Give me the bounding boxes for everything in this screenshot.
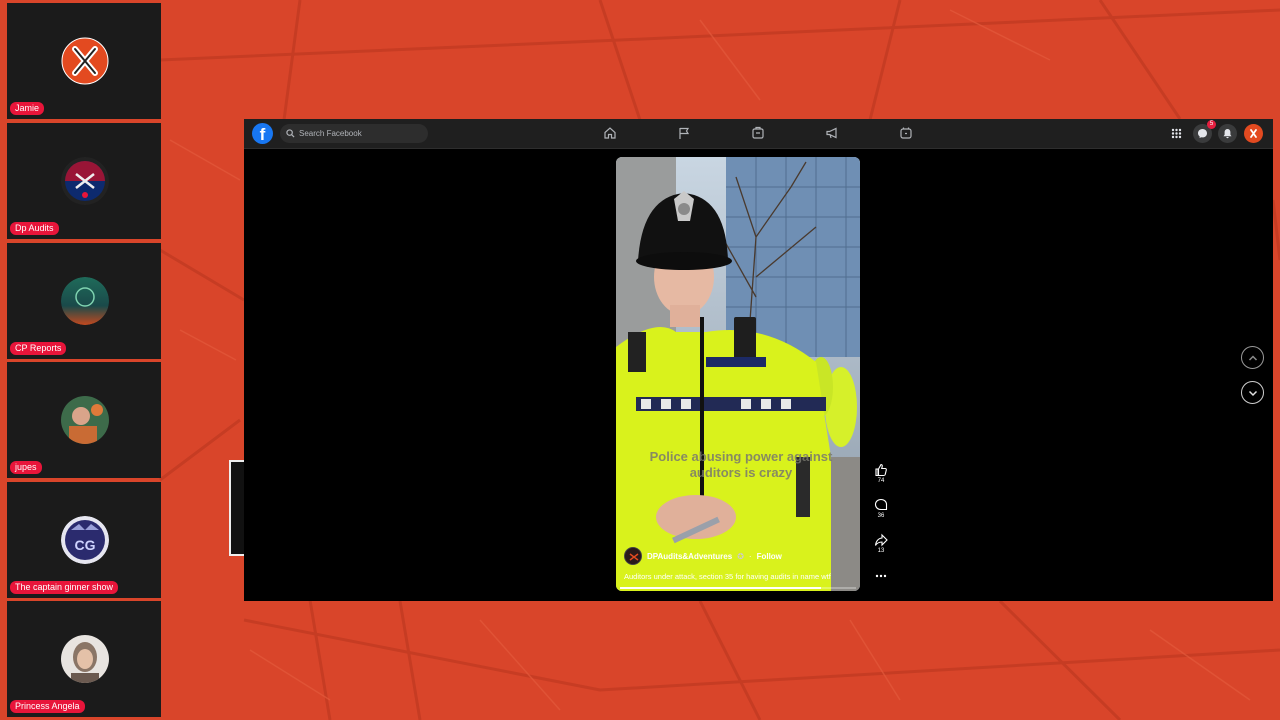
verified-icon: ✪ (737, 551, 744, 561)
marketplace-icon[interactable] (751, 126, 765, 140)
user-photo-avatar-icon (61, 396, 109, 444)
participant-name: The captain ginner show (10, 581, 119, 594)
participant-name: CP Reports (10, 342, 67, 355)
gaming-icon[interactable] (899, 126, 913, 140)
search-input[interactable] (295, 129, 419, 138)
like-button[interactable]: 74 (870, 463, 892, 484)
share-button[interactable]: 13 (870, 533, 892, 554)
svg-text:CG: CG (75, 537, 96, 553)
author-name[interactable]: DPAudits&Adventures (647, 552, 732, 561)
messenger-icon[interactable]: 5 (1193, 120, 1216, 143)
video-progress-fill (620, 587, 821, 589)
previous-reel-button[interactable] (1241, 346, 1264, 369)
reel-description: Auditors under attack, section 35 for ha… (624, 572, 831, 581)
participant-name: Princess Angela (10, 700, 85, 713)
chevron-up-icon (1248, 354, 1257, 361)
comment-button[interactable]: 36 (870, 498, 892, 519)
home-icon[interactable] (603, 126, 617, 140)
messenger-badge: 5 (1207, 120, 1216, 129)
participant-name: Dp Audits (10, 222, 59, 235)
megaphone-icon[interactable] (825, 126, 839, 140)
facebook-window: f 5 (244, 119, 1273, 601)
like-count: 74 (877, 478, 885, 484)
flag-icon[interactable] (677, 126, 691, 140)
follow-button[interactable]: Follow (757, 552, 782, 561)
separator: · (748, 551, 752, 561)
reel-video[interactable]: Police abusing power against auditors is… (616, 157, 860, 591)
share-icon (874, 533, 888, 547)
chevron-down-icon (1248, 390, 1257, 396)
facebook-top-bar: f 5 (244, 119, 1273, 149)
reel-overlay-text: Police abusing power against auditors is… (649, 449, 833, 480)
comment-count: 36 (877, 513, 885, 519)
menu-grid-icon[interactable] (1167, 124, 1186, 143)
cg-logo-avatar-icon: CG (61, 516, 109, 564)
participant-tile-jamie[interactable]: Jamie (7, 3, 161, 119)
reel-info: DPAudits&Adventures ✪ · Follow Auditors … (624, 547, 856, 581)
share-count: 13 (877, 548, 885, 554)
participant-name: Jamie (10, 102, 45, 115)
x-logo-avatar-icon (61, 37, 109, 85)
participant-tile-jupes[interactable]: jupes (7, 362, 161, 478)
reel-video-frame (616, 157, 860, 591)
next-reel-button[interactable] (1241, 381, 1264, 404)
search-box[interactable] (280, 124, 428, 143)
author-avatar-icon[interactable] (624, 547, 642, 565)
video-progress-bar[interactable] (620, 587, 856, 589)
side-panel-handle[interactable] (229, 460, 245, 556)
dp-audits-logo-icon (61, 157, 109, 205)
user-photo-avatar-icon (61, 635, 109, 683)
profile-avatar-icon[interactable] (1244, 124, 1263, 143)
facebook-logo-icon[interactable]: f (252, 123, 273, 144)
bell-icon[interactable] (1218, 124, 1237, 143)
more-dots-icon (875, 574, 887, 578)
like-icon (875, 463, 887, 477)
participant-tile-captain-ginner[interactable]: CG The captain ginner show (7, 482, 161, 598)
participant-tile-dp-audits[interactable]: Dp Audits (7, 123, 161, 239)
comment-icon (874, 498, 888, 511)
cp-reports-logo-icon (61, 277, 109, 325)
participant-name: jupes (10, 461, 42, 474)
more-options-button[interactable] (870, 569, 892, 583)
search-icon (286, 129, 295, 138)
participant-tile-princess-angela[interactable]: Princess Angela (7, 601, 161, 717)
participant-tile-cp-reports[interactable]: CP Reports (7, 243, 161, 359)
